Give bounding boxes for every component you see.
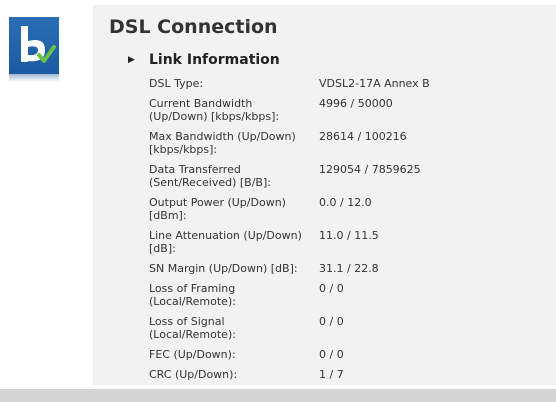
info-value: 0.0 / 12.0 <box>319 196 372 209</box>
section-title-link-information[interactable]: Link Information <box>149 52 280 68</box>
info-value: 0 / 0 <box>319 348 344 361</box>
info-label: FEC (Up/Down): <box>149 348 314 361</box>
info-label-line: Data Transferred <box>149 163 241 176</box>
bottom-bar <box>0 389 556 402</box>
brand-logo-icon <box>9 17 59 74</box>
info-label: Loss of Signal (Local/Remote): <box>149 315 314 341</box>
info-value: VDSL2-17A Annex B <box>319 77 430 90</box>
info-label: Current Bandwidth (Up/Down) [kbps/kbps]: <box>149 97 314 123</box>
info-label-line: CRC (Up/Down): <box>149 368 238 381</box>
info-label-line: (Local/Remote): <box>149 295 236 308</box>
info-label: DSL Type: <box>149 77 314 90</box>
info-label-line: Current Bandwidth <box>149 97 253 110</box>
info-label: Output Power (Up/Down) [dBm]: <box>149 196 314 222</box>
info-value: 11.0 / 11.5 <box>319 229 379 242</box>
info-value: 0 / 0 <box>319 315 344 328</box>
info-label-line: (Local/Remote): <box>149 328 236 341</box>
info-label-line: [kbps/kbps]: <box>149 143 218 156</box>
page-title: DSL Connection <box>109 16 278 38</box>
collapse-triangle-icon[interactable]: ▶ <box>128 55 135 65</box>
info-label-line: Line Attenuation (Up/Down) <box>149 229 302 242</box>
info-value: 31.1 / 22.8 <box>319 262 379 275</box>
info-label-line: (Up/Down) [kbps/kbps]: <box>149 110 280 123</box>
info-label: Loss of Framing (Local/Remote): <box>149 282 314 308</box>
info-label: CRC (Up/Down): <box>149 368 314 381</box>
info-label: Data Transferred (Sent/Received) [B/B]: <box>149 163 314 189</box>
logo-reflection <box>9 74 59 82</box>
info-label-line: [dBm]: <box>149 209 187 222</box>
info-value: 129054 / 7859625 <box>319 163 421 176</box>
info-label-line: [dB]: <box>149 242 176 255</box>
info-label-line: Output Power (Up/Down) <box>149 196 286 209</box>
info-label-line: DSL Type: <box>149 77 204 90</box>
info-label-line: (Sent/Received) [B/B]: <box>149 176 271 189</box>
info-label-line: Loss of Framing <box>149 282 236 295</box>
info-label-line: SN Margin (Up/Down) [dB]: <box>149 262 298 275</box>
info-label-line: FEC (Up/Down): <box>149 348 236 361</box>
info-label: Line Attenuation (Up/Down) [dB]: <box>149 229 314 255</box>
info-value: 0 / 0 <box>319 282 344 295</box>
info-value: 4996 / 50000 <box>319 97 393 110</box>
info-value: 28614 / 100216 <box>319 130 407 143</box>
info-label: SN Margin (Up/Down) [dB]: <box>149 262 314 275</box>
info-label: Max Bandwidth (Up/Down) [kbps/kbps]: <box>149 130 314 156</box>
info-label-line: Max Bandwidth (Up/Down) <box>149 130 296 143</box>
info-label-line: Loss of Signal <box>149 315 225 328</box>
info-value: 1 / 7 <box>319 368 344 381</box>
